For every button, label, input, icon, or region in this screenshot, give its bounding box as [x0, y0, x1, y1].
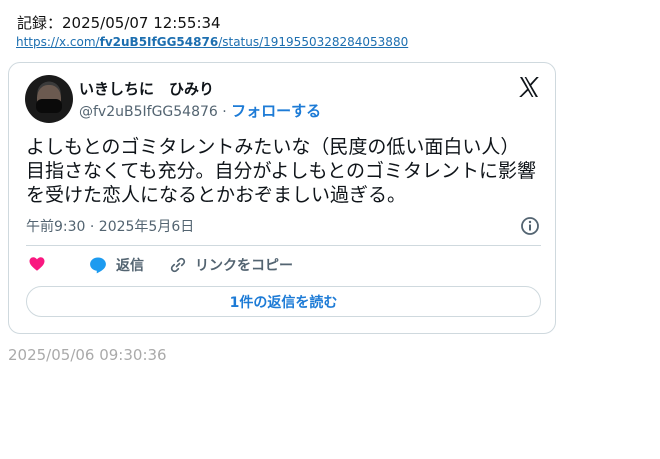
- tweet-source-link[interactable]: https://x.com/fv2uB5IfGG54876/status/191…: [16, 35, 408, 49]
- record-timestamp: 記録：2025/05/07 12:55:34: [17, 14, 221, 32]
- url-user: fv2uB5IfGG54876: [99, 35, 219, 49]
- info-icon[interactable]: [520, 216, 540, 236]
- action-bar: 返信 リンクをコピー: [26, 255, 541, 277]
- link-icon: [170, 257, 186, 273]
- display-name[interactable]: いきしちに ひみり: [79, 78, 214, 99]
- tweet-timestamp[interactable]: 午前9:30 · 2025年5月6日: [26, 216, 194, 236]
- x-logo-icon[interactable]: [517, 75, 541, 99]
- follow-button[interactable]: フォローする: [231, 102, 321, 120]
- tweet-text: よしもとのゴミタレントみたいな（民度の低い面白い人）目指さなくても充分。自分がよ…: [26, 136, 536, 206]
- handle-separator: ·: [217, 104, 232, 120]
- url-suffix: /status/1919550328284053880: [218, 35, 409, 49]
- avatar-mask: [36, 99, 62, 113]
- like-button[interactable]: [28, 255, 46, 273]
- tweet-card: いきしちに ひみり @fv2uB5IfGG54876 · フォローする よしもと…: [8, 62, 556, 334]
- handle-row: @fv2uB5IfGG54876 · フォローする: [79, 100, 321, 121]
- reply-label: 返信: [116, 258, 144, 274]
- captured-date: 2025/05/06 09:30:36: [8, 346, 167, 364]
- url-prefix: https://x.com/: [16, 35, 100, 49]
- heart-icon: [29, 257, 45, 271]
- copy-link-label: リンクをコピー: [195, 258, 293, 274]
- user-handle[interactable]: @fv2uB5IfGG54876: [79, 104, 218, 120]
- divider: [26, 245, 541, 246]
- read-replies-button[interactable]: 1件の返信を読む: [26, 286, 541, 317]
- reply-bubble-icon: [90, 257, 106, 274]
- avatar[interactable]: [25, 75, 73, 123]
- reply-button[interactable]: 返信: [88, 255, 144, 275]
- copy-link-button[interactable]: リンクをコピー: [169, 255, 293, 275]
